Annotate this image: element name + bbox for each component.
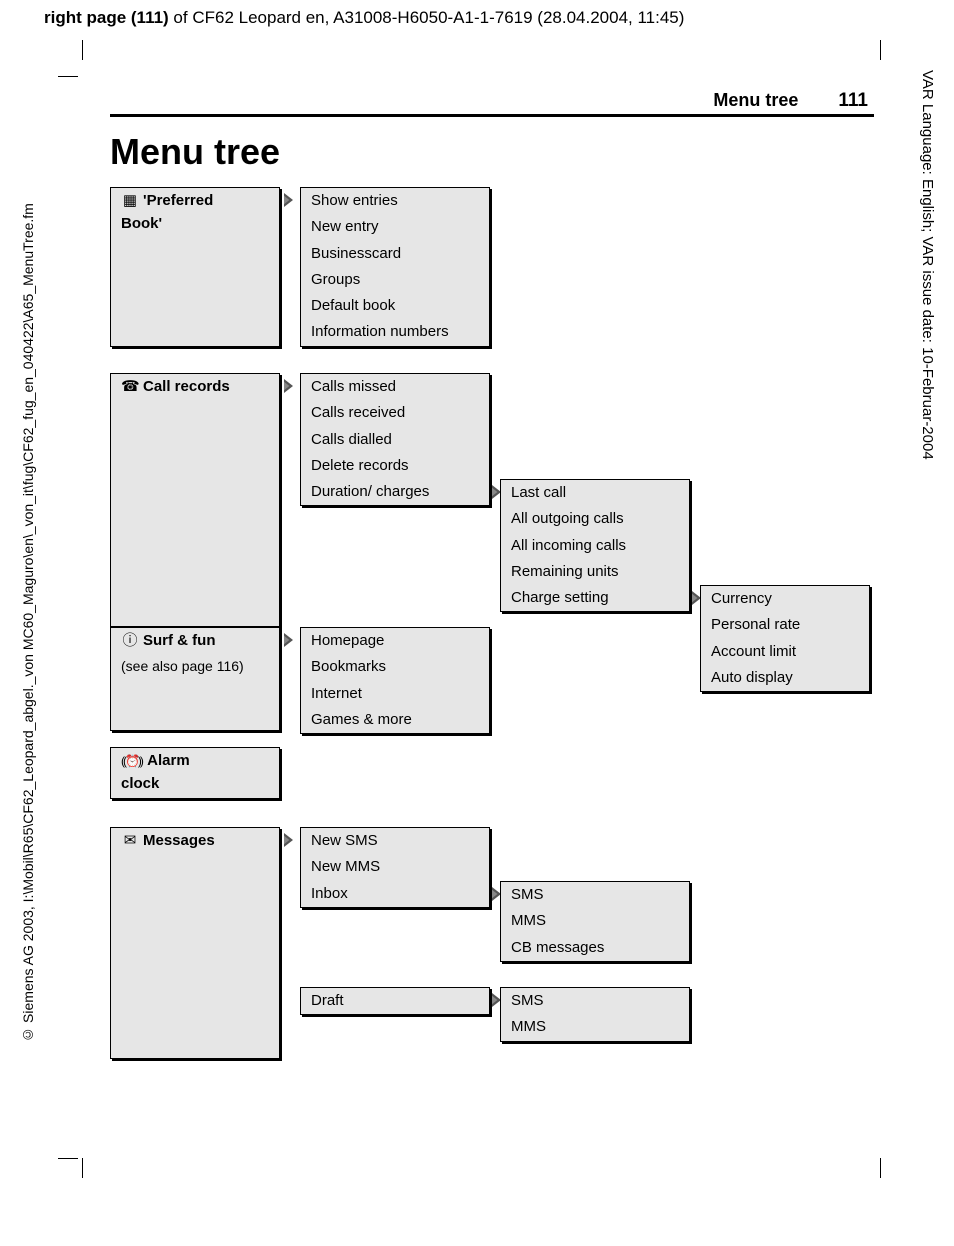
expand-arrow-icon	[284, 833, 293, 847]
menu-item: Draft	[301, 988, 489, 1014]
book-icon: ▦	[121, 191, 139, 211]
lvl2-messages-items: New SMS New MMS Inbox	[300, 827, 490, 908]
crop-mark	[880, 40, 881, 60]
lvl4-charge-items: Currency Personal rate Account limit Aut…	[700, 585, 870, 692]
lvl2-messages-draft: Draft	[300, 987, 490, 1015]
lvl1-note: (see also page 116)	[111, 654, 279, 679]
menu-item: SMS	[501, 882, 689, 908]
menu-item: Calls missed	[301, 374, 489, 400]
lvl1-label: ((⏰)) Alarm	[111, 748, 279, 774]
menu-item: Games & more	[301, 707, 489, 733]
menu-item: Personal rate	[701, 612, 869, 638]
left-margin-path: © Siemens AG 2003, I:\Mobil\R65\CF62_Leo…	[20, 203, 36, 1043]
lvl2-callrecords-items: Calls missed Calls received Calls dialle…	[300, 373, 490, 506]
lvl1-label: ✉Messages	[111, 828, 279, 854]
menu-item: Duration/ charges	[301, 479, 489, 505]
right-margin-var: VAR Language: English; VAR issue date: 1…	[919, 70, 936, 460]
menu-item: Auto display	[701, 665, 869, 691]
lvl1-alarm-clock: ((⏰)) Alarm clock	[110, 747, 280, 799]
alarm-icon: ((⏰))	[121, 753, 139, 769]
menu-item: Currency	[701, 586, 869, 612]
lvl1-label: clock	[111, 774, 279, 797]
menu-item: Inbox	[301, 881, 489, 907]
envelope-icon: ✉	[121, 831, 139, 851]
menu-item: All outgoing calls	[501, 506, 689, 532]
lvl2-surf-items: Homepage Bookmarks Internet Games & more	[300, 627, 490, 734]
menu-item: Charge setting	[501, 585, 689, 611]
crop-mark	[82, 1158, 83, 1178]
lvl3-inbox-items: SMS MMS CB messages	[500, 881, 690, 962]
crop-mark	[58, 76, 78, 77]
page-number: 111	[838, 90, 874, 112]
menu-item: Delete records	[301, 453, 489, 479]
lvl3-duration-items: Last call All outgoing calls All incomin…	[500, 479, 690, 612]
menu-item: Businesscard	[301, 241, 489, 267]
lvl1-surf-fun: ⓘSurf & fun (see also page 116)	[110, 627, 280, 731]
doc-header-bold: right page (111)	[44, 8, 169, 27]
lvl3-draft-items: SMS MMS	[500, 987, 690, 1042]
menu-item: Internet	[301, 681, 489, 707]
menu-item: Show entries	[301, 188, 489, 214]
expand-arrow-icon	[284, 193, 293, 207]
phone-icon: ☎	[121, 377, 139, 397]
menu-tree: ▦'Preferred Book' Show entries New entry…	[110, 187, 874, 1107]
menu-item: Account limit	[701, 639, 869, 665]
page-title: Menu tree	[110, 131, 874, 173]
menu-item: Information numbers	[301, 319, 489, 345]
menu-item: New MMS	[301, 854, 489, 880]
menu-item: CB messages	[501, 935, 689, 961]
doc-header-rest: of CF62 Leopard en, A31008-H6050-A1-1-76…	[169, 8, 685, 27]
lvl1-preferred-book: ▦'Preferred Book'	[110, 187, 280, 347]
menu-item: Remaining units	[501, 559, 689, 585]
running-title: Menu tree	[713, 90, 798, 111]
menu-item: New entry	[301, 214, 489, 240]
menu-item: MMS	[501, 908, 689, 934]
globe-icon: ⓘ	[121, 631, 139, 651]
menu-item: Last call	[501, 480, 689, 506]
crop-mark	[58, 1158, 78, 1159]
menu-item: Calls dialled	[301, 427, 489, 453]
menu-item: Default book	[301, 293, 489, 319]
lvl1-label: Book'	[111, 214, 279, 237]
doc-header: right page (111) of CF62 Leopard en, A31…	[0, 0, 954, 34]
page-body: Menu tree 111 Menu tree ▦'Preferred Book…	[110, 90, 874, 1107]
lvl1-label: ☎Call records	[111, 374, 279, 400]
lvl1-label: ▦'Preferred	[111, 188, 279, 214]
running-head: Menu tree 111	[110, 90, 874, 117]
menu-item: MMS	[501, 1014, 689, 1040]
lvl1-label: ⓘSurf & fun	[111, 628, 279, 654]
crop-mark	[880, 1158, 881, 1178]
menu-item: Calls received	[301, 400, 489, 426]
menu-item: Homepage	[301, 628, 489, 654]
lvl1-messages: ✉Messages	[110, 827, 280, 1059]
menu-item: SMS	[501, 988, 689, 1014]
menu-item: All incoming calls	[501, 533, 689, 559]
expand-arrow-icon	[284, 379, 293, 393]
crop-mark	[82, 40, 83, 60]
lvl1-call-records: ☎Call records	[110, 373, 280, 627]
expand-arrow-icon	[284, 633, 293, 647]
menu-item: Bookmarks	[301, 654, 489, 680]
lvl2-preferred-items: Show entries New entry Businesscard Grou…	[300, 187, 490, 347]
menu-item: Groups	[301, 267, 489, 293]
menu-item: New SMS	[301, 828, 489, 854]
